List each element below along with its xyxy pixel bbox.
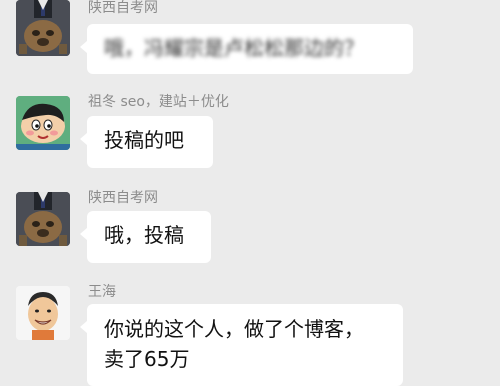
message-item: 王海 你说的这个人，做了个博客， 卖了65万: [0, 280, 500, 386]
avatar-cartoon-boy[interactable]: [16, 96, 70, 150]
avatar-cartoon-man[interactable]: [16, 286, 70, 340]
chat-window: 陕西自考网 哦，冯耀宗是卢松松那边的？ 祖冬 seo，建站＋优化 投稿的吧 陕西…: [0, 0, 500, 386]
cartoon-boy-icon: [16, 96, 70, 150]
message-bubble[interactable]: 你说的这个人，做了个博客， 卖了65万: [80, 304, 403, 386]
message-item: 陕西自考网 哦，冯耀宗是卢松松那边的？: [0, 0, 500, 80]
message-text-line: 你说的这个人，做了个博客，: [104, 317, 364, 341]
avatar-shaanxi-zikao[interactable]: [16, 192, 70, 246]
message-text: 哦，冯耀宗是卢松松那边的？: [104, 36, 364, 60]
message-text: 投稿的吧: [104, 128, 184, 152]
message-bubble[interactable]: 投稿的吧: [80, 116, 213, 168]
cartoon-man-icon: [16, 286, 70, 340]
message-text: 哦，投稿: [104, 223, 184, 247]
message-bubble[interactable]: 哦，冯耀宗是卢松松那边的？: [80, 24, 413, 74]
sender-name: 陕西自考网: [88, 190, 158, 206]
suit-man-dog-icon: [16, 192, 70, 246]
message-bubble[interactable]: 哦，投稿: [80, 211, 211, 263]
avatar-shaanxi-zikao[interactable]: [16, 0, 70, 56]
message-text-line: 卖了65万: [104, 347, 190, 371]
sender-name: 王海: [88, 284, 116, 300]
suit-man-dog-icon: [16, 0, 70, 56]
sender-name: 陕西自考网: [88, 0, 158, 16]
message-item: 陕西自考网 哦，投稿: [0, 186, 500, 268]
sender-name: 祖冬 seo，建站＋优化: [88, 94, 229, 110]
message-item: 祖冬 seo，建站＋优化 投稿的吧: [0, 90, 500, 180]
